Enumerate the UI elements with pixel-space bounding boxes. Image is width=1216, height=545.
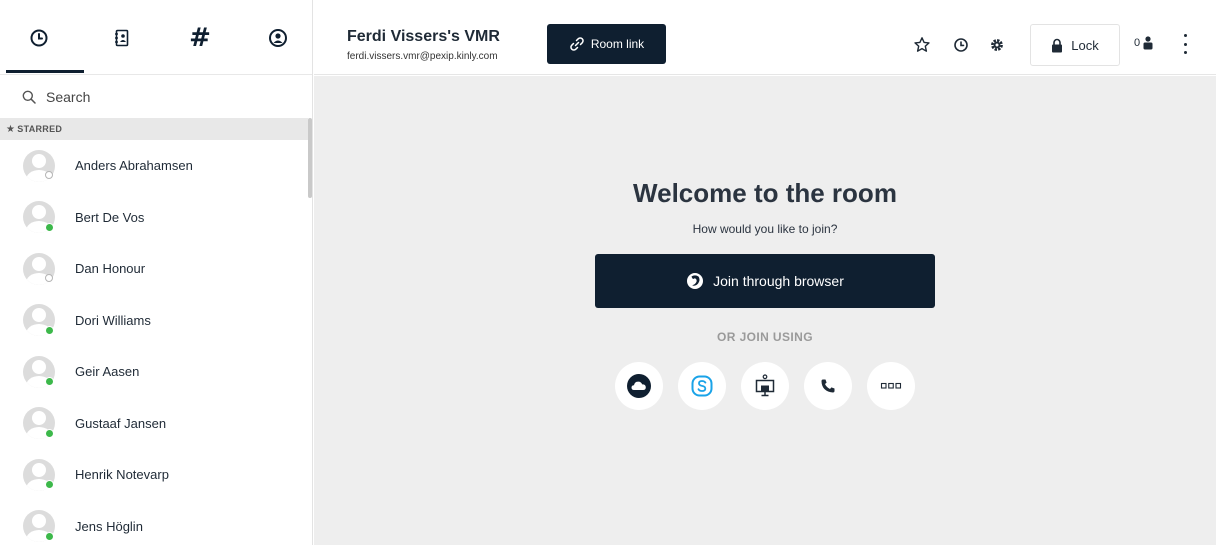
- room-title: Ferdi Vissers's VMR: [347, 28, 500, 45]
- more-vertical-icon: [1183, 34, 1187, 37]
- contact-list-scrollbar[interactable]: [308, 118, 312, 198]
- tab-phonebook[interactable]: [83, 0, 161, 75]
- video-system-icon: [755, 374, 775, 397]
- welcome-title: Welcome to the room: [633, 178, 897, 208]
- contact-item[interactable]: Dori Williams: [0, 295, 308, 347]
- contact-name: Gustaaf Jansen: [75, 415, 167, 431]
- settings-button[interactable]: [986, 34, 1008, 56]
- contact-name: Henrik Notevarp: [75, 467, 169, 483]
- search-bar: [0, 76, 312, 118]
- link-icon: [570, 37, 584, 51]
- star-outline-icon: [914, 37, 930, 52]
- status-offline-icon: [45, 274, 53, 282]
- favorite-button[interactable]: [911, 34, 933, 56]
- contact-name: Geir Aasen: [75, 364, 140, 380]
- contact-item[interactable]: Jens Höglin: [0, 501, 308, 545]
- contact-item[interactable]: Henrik Notevarp: [0, 449, 308, 501]
- tab-account[interactable]: [239, 0, 312, 75]
- contact-name: Bert De Vos: [75, 209, 145, 225]
- more-vertical-icon-dot: [1183, 51, 1187, 54]
- join-cloud-button[interactable]: [615, 362, 663, 410]
- join-phone-button[interactable]: [804, 362, 852, 410]
- active-tab-indicator: [6, 70, 84, 73]
- participant-count[interactable]: 0: [1134, 36, 1153, 50]
- welcome-panel: Welcome to the room How would you like t…: [314, 76, 1216, 545]
- contact-item[interactable]: Dan Honour: [0, 243, 308, 295]
- status-online-icon: [45, 377, 54, 386]
- skype-icon: [691, 375, 713, 397]
- lock-icon: [1052, 38, 1063, 52]
- star-icon: ★: [6, 123, 16, 135]
- more-options-icon: [880, 382, 902, 389]
- status-online-icon: [45, 325, 54, 335]
- lock-label: Lock: [1071, 37, 1099, 53]
- lock-button[interactable]: Lock: [1030, 24, 1120, 66]
- browser-icon: [687, 273, 704, 289]
- status-online-icon: [45, 531, 54, 541]
- cloud-icon: [627, 374, 651, 398]
- person-icon: [1143, 36, 1153, 50]
- gear-icon: [991, 39, 1003, 51]
- participant-count-value: 0: [1134, 37, 1141, 49]
- search-icon: [22, 90, 36, 104]
- or-join-using-label: OR JOIN USING: [717, 330, 813, 344]
- join-more-options-button[interactable]: [867, 362, 915, 410]
- history-button[interactable]: [950, 34, 972, 56]
- account-icon: [269, 28, 287, 47]
- status-offline-icon: [45, 171, 53, 179]
- phonebook-icon: [115, 29, 129, 46]
- room-header: Ferdi Vissers's VMR ferdi.vissers.vmr@pe…: [314, 0, 1216, 75]
- rooms-hash-icon: #: [189, 22, 211, 53]
- room-link-button[interactable]: Room link: [547, 24, 666, 64]
- phone-icon: [821, 379, 835, 393]
- join-skype-button[interactable]: [678, 362, 726, 410]
- starred-section-header: ★ STARRED: [0, 118, 308, 140]
- more-vertical-icon-dot: [1183, 42, 1187, 46]
- recent-clock-icon: [30, 29, 48, 46]
- room-address: ferdi.vissers.vmr@pexip.kinly.com: [347, 51, 498, 62]
- section-label: STARRED: [17, 124, 63, 134]
- status-online-icon: [45, 222, 54, 232]
- status-online-icon: [45, 480, 54, 489]
- tab-rooms[interactable]: #: [161, 0, 239, 75]
- tab-recent[interactable]: [0, 0, 78, 75]
- contact-list: Anders Abrahamsen Bert De Vos Dan Honour…: [0, 140, 308, 545]
- contact-item[interactable]: Anders Abrahamsen: [0, 140, 308, 192]
- welcome-subtitle: How would you like to join?: [692, 222, 838, 236]
- join-browser-button[interactable]: Join through browser: [595, 254, 935, 308]
- sidebar: # ★ STARRED Anders Abrahamsen: [0, 0, 313, 545]
- sidebar-tabs: #: [0, 0, 312, 75]
- more-menu-button[interactable]: [1178, 34, 1192, 54]
- history-clock-icon: [954, 38, 968, 52]
- contact-item[interactable]: Gustaaf Jansen: [0, 398, 308, 450]
- search-input[interactable]: [46, 89, 286, 105]
- contact-name: Dan Honour: [75, 261, 146, 277]
- room-link-label: Room link: [590, 37, 645, 51]
- contact-name: Anders Abrahamsen: [75, 158, 193, 174]
- contact-item[interactable]: Bert De Vos: [0, 192, 308, 244]
- status-online-icon: [45, 428, 54, 438]
- join-video-system-button[interactable]: [741, 362, 789, 410]
- contact-name: Dori Williams: [75, 312, 151, 328]
- contact-name: Jens Höglin: [75, 518, 143, 534]
- contact-item[interactable]: Geir Aasen: [0, 346, 308, 398]
- join-browser-label: Join through browser: [713, 273, 844, 289]
